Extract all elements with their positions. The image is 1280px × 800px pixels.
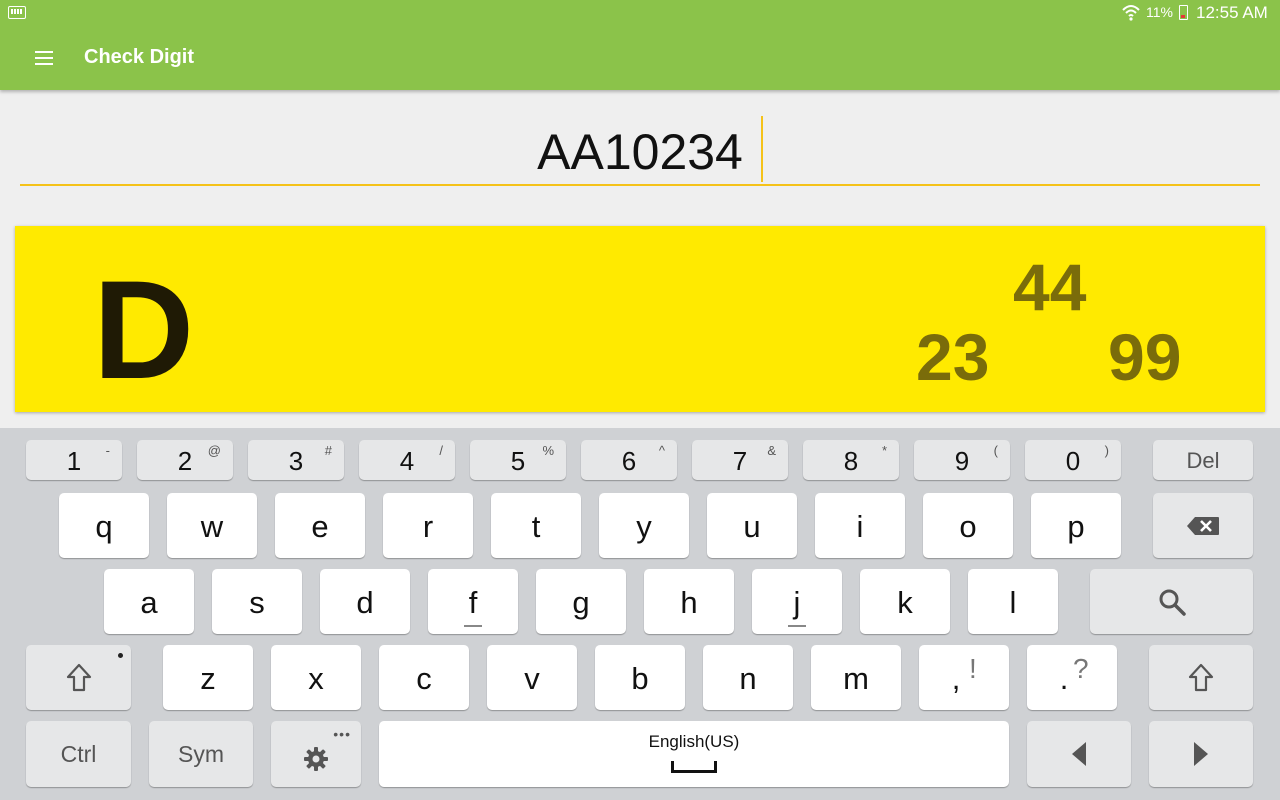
key-5[interactable]: 5%	[470, 440, 566, 480]
key-r[interactable]: r	[383, 493, 473, 558]
language-label: English(US)	[648, 732, 740, 751]
battery-icon	[1179, 5, 1188, 20]
key-i[interactable]: i	[815, 493, 905, 558]
page-title: Check Digit	[84, 46, 195, 68]
key-u[interactable]: u	[707, 493, 797, 558]
space-icon	[671, 761, 717, 773]
key-period[interactable]: . ?	[1027, 645, 1117, 710]
result-number-left: 23	[916, 320, 990, 394]
backspace-icon	[1187, 516, 1219, 535]
key-w[interactable]: w	[167, 493, 257, 558]
battery-percent: 11%	[1146, 4, 1173, 20]
key-9[interactable]: 9(	[914, 440, 1010, 480]
del-key[interactable]: Del	[1153, 440, 1253, 480]
on-screen-keyboard: 1- 2 @ 3 # 4/ 5% 6 ^ 7 & 8 * 9( 0) Del q w e …	[0, 428, 1280, 800]
text-cursor	[761, 116, 763, 182]
key-q[interactable]: q	[59, 493, 149, 558]
key-l[interactable]: l	[968, 569, 1058, 634]
key-0[interactable]: 0)	[1025, 440, 1121, 480]
key-s[interactable]: s	[212, 569, 302, 634]
key-v[interactable]: v	[487, 645, 577, 710]
status-bar: 11% 12:55 AM	[0, 0, 1280, 25]
more-dots: •••	[333, 726, 351, 742]
del-label: Del	[1186, 448, 1220, 473]
shift-icon	[66, 663, 91, 691]
key-c[interactable]: c	[379, 645, 469, 710]
key-a[interactable]: a	[104, 569, 194, 634]
code-input-value: AA10234	[537, 124, 743, 180]
key-p[interactable]: p	[1031, 493, 1121, 558]
check-digit-letter: D	[93, 251, 195, 408]
home-key-marker	[464, 625, 482, 627]
key-7[interactable]: 7 &	[692, 440, 788, 480]
result-number-right: 99	[1108, 320, 1182, 394]
result-number-top: 44	[1013, 250, 1087, 324]
space-bar-key[interactable]: English(US)	[379, 721, 1009, 787]
key-z[interactable]: z	[163, 645, 253, 710]
key-6[interactable]: 6 ^	[581, 440, 677, 480]
key-k[interactable]: k	[860, 569, 950, 634]
sym-key[interactable]: Sym	[149, 721, 253, 787]
keyboard-icon	[8, 6, 26, 19]
shift-key-left[interactable]	[26, 645, 131, 710]
hamburger-menu-icon[interactable]	[35, 51, 53, 65]
app-header: 11% 12:55 AM Check Digit	[0, 0, 1280, 90]
arrow-left-key[interactable]	[1027, 721, 1131, 787]
key-y[interactable]: y	[599, 493, 689, 558]
arrow-right-icon	[1194, 742, 1208, 766]
key-comma[interactable]: , !	[919, 645, 1009, 710]
key-h[interactable]: h	[644, 569, 734, 634]
shift-indicator-dot	[118, 653, 123, 658]
key-o[interactable]: o	[923, 493, 1013, 558]
key-8[interactable]: 8 *	[803, 440, 899, 480]
shift-key-right[interactable]	[1149, 645, 1253, 710]
key-e[interactable]: e	[275, 493, 365, 558]
key-f[interactable]: f	[428, 569, 518, 634]
key-1[interactable]: 1-	[26, 440, 122, 480]
search-key[interactable]	[1090, 569, 1253, 634]
shift-icon	[1188, 663, 1214, 691]
result-panel: D 44 23 99	[15, 226, 1265, 412]
code-input[interactable]: AA10234	[20, 110, 1260, 186]
key-g[interactable]: g	[536, 569, 626, 634]
arrow-left-icon	[1072, 742, 1086, 766]
key-4[interactable]: 4/	[359, 440, 455, 480]
ctrl-key[interactable]: Ctrl	[26, 721, 131, 787]
key-j[interactable]: j	[752, 569, 842, 634]
key-m[interactable]: m	[811, 645, 901, 710]
key-t[interactable]: t	[491, 493, 581, 558]
arrow-right-key[interactable]	[1149, 721, 1253, 787]
key-3[interactable]: 3 #	[248, 440, 344, 480]
key-b[interactable]: b	[595, 645, 685, 710]
key-2[interactable]: 2 @	[137, 440, 233, 480]
search-icon	[1159, 589, 1186, 616]
settings-key[interactable]: •••	[271, 721, 361, 787]
settings-gear-icon	[304, 747, 328, 771]
wifi-icon	[1122, 5, 1140, 21]
key-d[interactable]: d	[320, 569, 410, 634]
home-key-marker	[788, 625, 806, 627]
key-n[interactable]: n	[703, 645, 793, 710]
backspace-key[interactable]	[1153, 493, 1253, 558]
clock: 12:55 AM	[1196, 3, 1268, 22]
key-x[interactable]: x	[271, 645, 361, 710]
